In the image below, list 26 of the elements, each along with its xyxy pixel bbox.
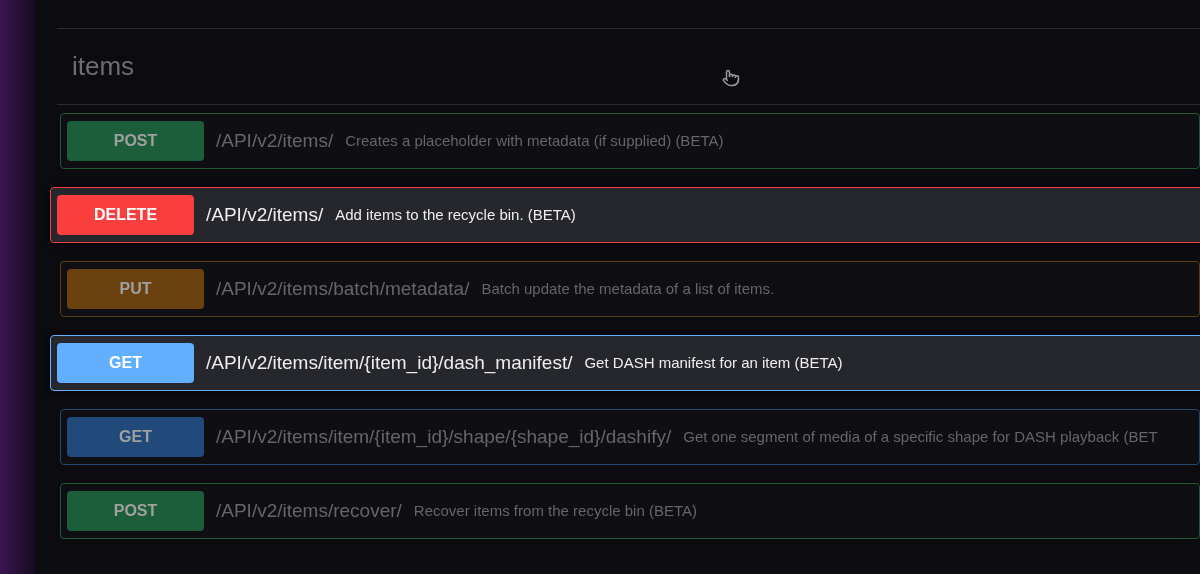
pointer-cursor-icon <box>722 69 740 87</box>
endpoint-summary: Get DASH manifest for an item (BETA) <box>584 352 843 373</box>
endpoint-summary: Add items to the recycle bin. (BETA) <box>335 204 576 225</box>
operation-row[interactable]: POST /API/v2/items/ Creates a placeholder with metadata (if supplied) (BETA) <box>60 113 1200 169</box>
endpoint-summary: Batch update the metadata of a list of items. <box>481 278 775 299</box>
endpoint-path: /API/v2/items/recover/ <box>216 498 402 523</box>
method-badge: PUT <box>67 269 204 309</box>
operation-row[interactable]: GET /API/v2/items/item/{item_id}/shape/{shape_id}/dashify/ Get one segment of media of a specific shape for DASH playback (BET <box>60 409 1200 465</box>
method-badge: GET <box>67 417 204 457</box>
method-badge: GET <box>57 343 194 383</box>
section-title: items <box>72 50 135 83</box>
method-badge: DELETE <box>57 195 194 235</box>
endpoint-path: /API/v2/items/ <box>206 202 324 227</box>
operation-row[interactable]: GET /API/v2/items/item/{item_id}/dash_manifest/ Get DASH manifest for an item (BETA) <box>50 335 1200 391</box>
method-badge: POST <box>67 491 204 531</box>
endpoint-summary: Get one segment of media of a specific shape for DASH playback (BET <box>683 426 1158 447</box>
operation-row[interactable]: PUT /API/v2/items/batch/metadata/ Batch update the metadata of a list of items. <box>60 261 1200 317</box>
operation-row[interactable]: DELETE /API/v2/items/ Add items to the recycle bin. (BETA) <box>50 187 1200 243</box>
endpoint-path: /API/v2/items/item/{item_id}/shape/{shape_id}/dashify/ <box>216 424 672 450</box>
endpoint-path: /API/v2/items/item/{item_id}/dash_manifest/ <box>206 350 573 376</box>
endpoint-path: /API/v2/items/batch/metadata/ <box>216 276 470 301</box>
endpoint-summary: Recover items from the recycle bin (BETA) <box>413 500 697 521</box>
operation-row[interactable]: POST /API/v2/items/recover/ Recover items from the recycle bin (BETA) <box>60 483 1200 539</box>
endpoint-summary: Creates a placeholder with metadata (if supplied) (BETA) <box>345 130 724 151</box>
endpoint-path: /API/v2/items/ <box>216 128 334 153</box>
method-badge: POST <box>67 121 204 161</box>
